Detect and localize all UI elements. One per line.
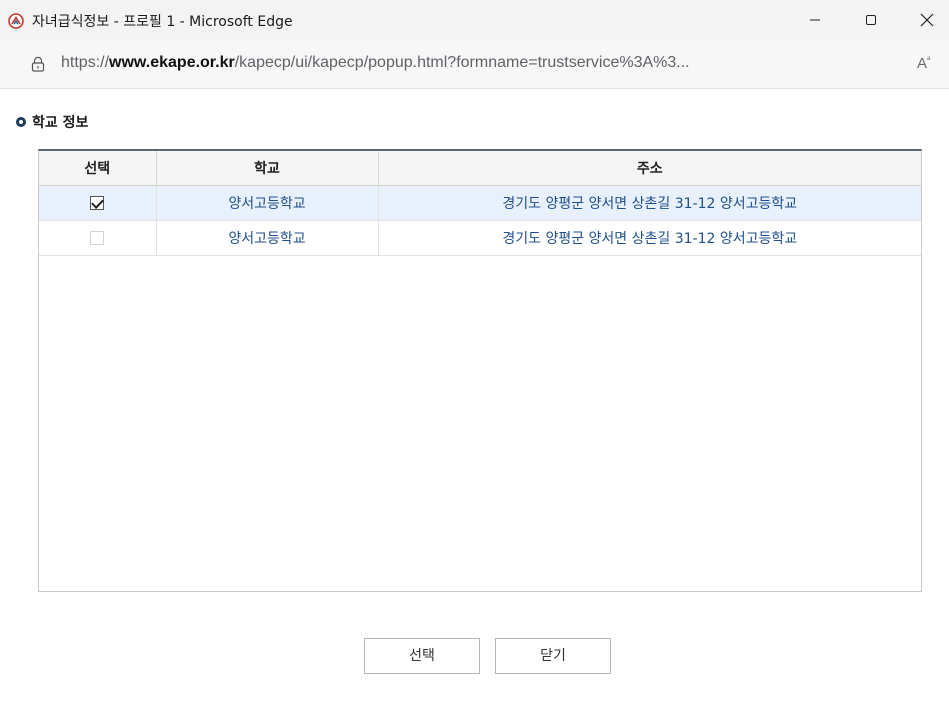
school-cell[interactable]: 양서고등학교	[156, 220, 379, 256]
row-checkbox-checked[interactable]	[90, 195, 105, 210]
column-header-school: 학교	[156, 151, 379, 186]
minimize-icon	[810, 19, 820, 21]
select-cell[interactable]	[39, 185, 157, 221]
url-host: www.ekape.or.kr	[109, 54, 235, 71]
window-title: 자녀급식정보 - 프로필 1 - Microsoft Edge	[32, 14, 293, 30]
column-header-address: 주소	[378, 151, 921, 186]
school-cell[interactable]: 양서고등학교	[156, 185, 379, 221]
address-cell[interactable]: 경기도 양평군 양서면 상촌길 31-12 양서고등학교	[378, 220, 921, 256]
row-checkbox-unchecked[interactable]	[90, 230, 105, 245]
close-button[interactable]: 닫기	[495, 638, 611, 674]
maximize-icon	[866, 15, 876, 25]
school-table: 선택 학교 주소 양서고등학교 경기도 양평군 양서면 상촌길 31-12 양서…	[39, 151, 921, 256]
bullet-circle-icon	[16, 117, 26, 127]
address-cell[interactable]: 경기도 양평군 양서면 상촌길 31-12 양서고등학교	[378, 185, 921, 221]
kape-logo-icon	[8, 13, 24, 29]
url-path: /kapecp/ui/kapecp/popup.html?formname=tr…	[234, 54, 690, 71]
url-text[interactable]: https://www.ekape.or.kr/kapecp/ui/kapecp…	[61, 54, 690, 72]
school-grid: 선택 학교 주소 양서고등학교 경기도 양평군 양서면 상촌길 31-12 양서…	[38, 149, 922, 592]
close-icon	[920, 13, 934, 27]
select-button[interactable]: 선택	[364, 638, 480, 674]
section-title: 학교 정보	[32, 115, 89, 131]
address-bar[interactable]: https://www.ekape.or.kr/kapecp/ui/kapecp…	[0, 40, 949, 89]
lock-icon[interactable]	[31, 56, 45, 72]
minimize-button[interactable]	[793, 0, 837, 40]
url-prefix: https://	[61, 54, 110, 71]
close-window-button[interactable]	[905, 0, 949, 40]
section-header: 학교 정보	[16, 112, 88, 132]
table-header-row: 선택 학교 주소	[39, 151, 921, 186]
select-cell[interactable]	[39, 220, 157, 256]
window-titlebar: 자녀급식정보 - 프로필 1 - Microsoft Edge	[0, 0, 949, 40]
maximize-button[interactable]	[849, 0, 893, 40]
table-row[interactable]: 양서고등학교 경기도 양평군 양서면 상촌길 31-12 양서고등학교	[39, 185, 921, 221]
read-aloud-icon[interactable]: Aᵃ	[917, 54, 930, 72]
table-row[interactable]: 양서고등학교 경기도 양평군 양서면 상촌길 31-12 양서고등학교	[39, 220, 921, 256]
column-header-select: 선택	[39, 151, 157, 186]
read-aloud-label: A	[917, 55, 928, 72]
